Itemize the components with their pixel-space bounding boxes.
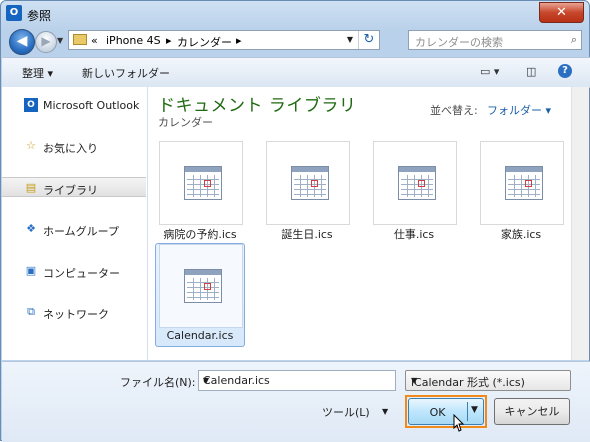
breadcrumb-overflow[interactable]: «	[91, 34, 98, 47]
file-name: 病院の予約.ics	[163, 228, 237, 241]
dialog-footer: ファイル名(N): Calendar.ics ▼ iCalendar 形式 (*…	[2, 361, 590, 442]
file-thumbnail	[373, 141, 457, 225]
calendar-file-icon	[398, 166, 436, 200]
chevron-down-icon[interactable]: ▼	[382, 407, 388, 416]
ok-button[interactable]: OK ▼	[408, 398, 484, 425]
recent-locations-dropdown[interactable]: ▼	[57, 36, 63, 45]
file-name: 仕事.ics	[393, 228, 435, 241]
file-item-selected[interactable]: Calendar.ics	[155, 243, 245, 347]
chevron-down-icon[interactable]: ▼	[411, 376, 566, 385]
split-divider	[467, 402, 468, 421]
sidebar-item-homegroup[interactable]: ❖ ホームグループ	[2, 219, 146, 239]
sidebar-item-label: ホームグループ	[43, 225, 120, 238]
search-icon[interactable]: ⌕	[571, 33, 577, 47]
sidebar-item-outlook[interactable]: O Microsoft Outlook	[2, 95, 146, 115]
calendar-file-icon	[184, 166, 222, 200]
folder-icon	[73, 34, 87, 45]
breadcrumb-iphone[interactable]: iPhone 4S	[106, 34, 161, 47]
arrange-by-dropdown[interactable]: フォルダー ▾	[487, 102, 551, 118]
file-name: 誕生日.ics	[281, 228, 333, 241]
file-name: Calendar.ics	[166, 329, 234, 342]
filename-label: ファイル名(N):	[120, 376, 196, 389]
breadcrumb-calendar[interactable]: カレンダー	[177, 34, 232, 50]
filetype-select[interactable]: iCalendar 形式 (*.ics) ▼	[405, 370, 571, 391]
calendar-file-icon	[505, 166, 543, 200]
sidebar-item-libraries[interactable]: ▤ ライブラリ	[2, 177, 146, 197]
organize-button[interactable]: 整理 ▾	[22, 65, 53, 81]
command-bar: 整理 ▾ 新しいフォルダー ▭ ▾ ◫ ?	[2, 57, 590, 88]
file-item[interactable]: 仕事.ics	[370, 141, 458, 243]
file-item[interactable]: 誕生日.ics	[263, 141, 351, 243]
sidebar-item-label: お気に入り	[43, 142, 98, 155]
sidebar-item-label: ライブラリ	[43, 184, 98, 197]
calendar-file-icon	[291, 166, 329, 200]
vertical-scrollbar[interactable]	[571, 87, 589, 360]
file-item[interactable]: 家族.ics	[477, 141, 565, 243]
file-thumbnail	[159, 141, 243, 225]
new-folder-button[interactable]: 新しいフォルダー	[82, 65, 170, 81]
file-thumbnail	[266, 141, 350, 225]
sidebar-item-network[interactable]: ⧉ ネットワーク	[2, 302, 146, 322]
outlook-app-icon: O	[6, 5, 22, 21]
tools-menu-button[interactable]: ツール(L)	[322, 404, 370, 420]
back-button[interactable]: ◀	[9, 29, 35, 55]
title-bar: O 参照 ✕	[1, 1, 589, 27]
file-name: 家族.ics	[500, 228, 542, 241]
arrange-by-label: 並べ替え:	[430, 104, 478, 117]
breadcrumb-separator[interactable]: ▸	[166, 34, 172, 47]
library-title: ドキュメント ライブラリ	[158, 96, 357, 116]
navigation-bar: ◀ ▶ ▼ « iPhone 4S ▸ カレンダー ▸ ▼ ↻ カレンダーの検索…	[1, 27, 589, 55]
sidebar-item-label: コンピューター	[43, 267, 120, 280]
calendar-file-icon	[184, 269, 222, 303]
library-subtitle: カレンダー	[158, 116, 213, 129]
library-icon: ▤	[25, 181, 37, 194]
open-file-dialog: O 参照 ✕ ◀ ▶ ▼ « iPhone 4S ▸ カレンダー ▸ ▼ ↻ カ…	[0, 0, 590, 442]
sidebar-item-favorites[interactable]: ☆ お気に入り	[2, 136, 146, 156]
sidebar-item-computer[interactable]: ▣ コンピューター	[2, 261, 146, 281]
search-placeholder: カレンダーの検索	[415, 36, 503, 49]
homegroup-icon: ❖	[26, 222, 36, 235]
file-item[interactable]: 病院の予約.ics	[156, 141, 244, 243]
refresh-icon[interactable]: ↻	[358, 31, 379, 49]
filename-field[interactable]: Calendar.ics ▼	[198, 370, 396, 391]
preview-pane-icon[interactable]: ◫	[526, 65, 536, 78]
cancel-button[interactable]: キャンセル	[494, 398, 570, 425]
file-list-pane: ドキュメント ライブラリ カレンダー 並べ替え: フォルダー ▾ 病院の予約.i…	[148, 87, 589, 360]
forward-button[interactable]: ▶	[35, 31, 57, 53]
network-icon: ⧉	[27, 305, 35, 318]
ok-dropdown-icon[interactable]: ▼	[471, 405, 478, 415]
computer-icon: ▣	[25, 264, 37, 277]
search-input[interactable]: カレンダーの検索 ⌕	[408, 30, 582, 50]
mouse-pointer-icon	[453, 414, 465, 432]
outlook-icon: O	[24, 98, 38, 112]
breadcrumb-separator[interactable]: ▸	[236, 34, 242, 47]
sidebar-item-label: ネットワーク	[43, 308, 109, 321]
sidebar-item-label: Microsoft Outlook	[43, 99, 140, 112]
help-icon[interactable]: ?	[558, 64, 572, 78]
address-bar[interactable]: « iPhone 4S ▸ カレンダー ▸ ▼ ↻	[68, 30, 380, 50]
close-button[interactable]: ✕	[539, 2, 584, 23]
window-title: 参照	[27, 9, 52, 23]
chevron-down-icon[interactable]: ▼	[203, 376, 392, 385]
file-thumbnail	[159, 244, 243, 328]
file-thumbnail	[480, 141, 564, 225]
address-dropdown-icon[interactable]: ▼	[343, 31, 357, 49]
view-options-icon[interactable]: ▭ ▾	[480, 65, 499, 78]
favorites-star-icon: ☆	[26, 139, 36, 152]
navigation-pane: O Microsoft Outlook ☆ お気に入り ▤ ライブラリ ❖ ホー…	[2, 87, 148, 360]
